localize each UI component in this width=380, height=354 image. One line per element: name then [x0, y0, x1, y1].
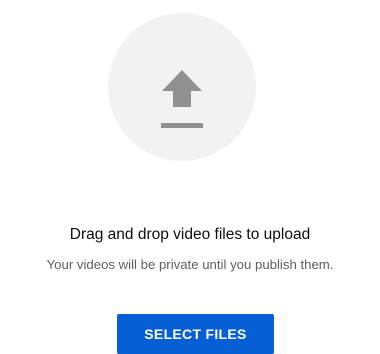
- upload-drop-target[interactable]: [108, 13, 256, 161]
- upload-arrow-icon: [161, 70, 203, 128]
- select-files-button[interactable]: SELECT FILES: [117, 314, 274, 354]
- upload-title: Drag and drop video files to upload: [69, 226, 311, 243]
- upload-dialog-content: Drag and drop video files to upload Your…: [0, 0, 380, 354]
- upload-subtitle: Your videos will be private until you pu…: [46, 257, 334, 272]
